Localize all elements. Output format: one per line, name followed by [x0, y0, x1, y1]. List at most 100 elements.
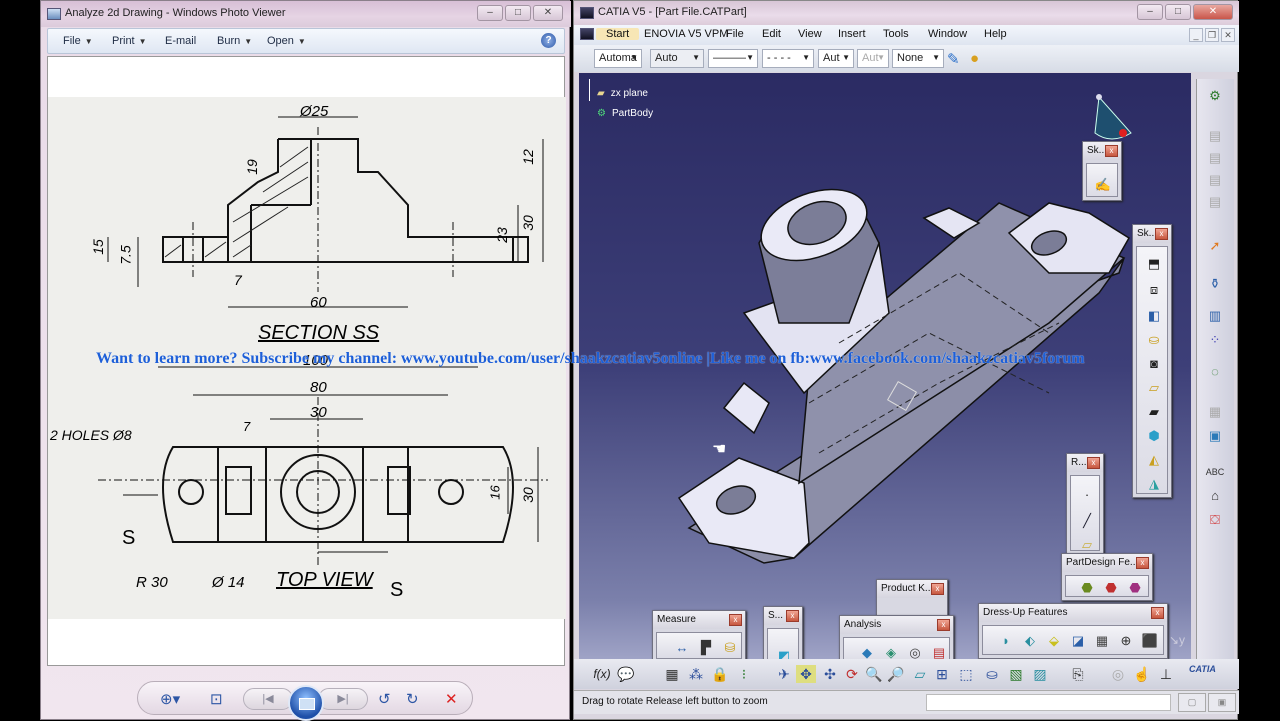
plane-tool-icon[interactable]: ▣: [1205, 427, 1225, 445]
mdi-minimize-button[interactable]: _: [1189, 28, 1203, 42]
palette-partdesign-features[interactable]: PartDesign Fe... x ⬣ ⬣ ⬣: [1061, 553, 1153, 601]
fit-all-icon[interactable]: ✥: [796, 665, 816, 683]
pan-icon[interactable]: ✣: [820, 665, 840, 683]
previous-button[interactable]: |◀: [243, 688, 293, 710]
command-input[interactable]: [926, 694, 1171, 711]
rotate-ccw-icon[interactable]: ↺: [378, 690, 391, 708]
select-arrow-icon[interactable]: ➚: [1205, 237, 1225, 255]
line-type-select[interactable]: - - - - ▼: [762, 49, 814, 68]
draft-icon[interactable]: ⬙: [1045, 632, 1063, 650]
close-icon[interactable]: x: [786, 610, 799, 622]
shaft-icon[interactable]: ◧: [1145, 307, 1163, 325]
actual-size-icon[interactable]: ⊡: [210, 690, 223, 708]
line-thickness-select[interactable]: ——— ▼: [708, 49, 758, 68]
command-button[interactable]: ▢: [1178, 693, 1206, 712]
fly-mode-icon[interactable]: ✈: [774, 665, 794, 683]
multi-view-icon[interactable]: ⊞: [932, 665, 952, 683]
close-icon[interactable]: x: [1136, 557, 1149, 569]
next-button[interactable]: ▶|: [318, 688, 368, 710]
render-style-icon[interactable]: ⛀: [982, 665, 1002, 683]
slot-icon[interactable]: ▰: [1145, 403, 1163, 421]
close-icon[interactable]: x: [1151, 607, 1164, 619]
sketch-icon[interactable]: ✍: [1094, 176, 1112, 194]
remove-loft-icon[interactable]: ◮: [1145, 475, 1163, 493]
rotate-icon[interactable]: ⟳: [842, 665, 862, 683]
pad-icon[interactable]: ⬒: [1145, 255, 1163, 273]
menu-email[interactable]: E-mail: [165, 35, 196, 47]
user-feature-icon[interactable]: ⬣: [1078, 579, 1096, 597]
fillet-icon[interactable]: ◗: [997, 632, 1015, 650]
publication-icon[interactable]: ⛋: [1205, 511, 1225, 529]
thickness-icon[interactable]: ▦: [1093, 632, 1111, 650]
update-all-icon[interactable]: ⎘: [1068, 665, 1088, 683]
menu-burn[interactable]: Burn ▼: [217, 35, 252, 47]
zoom-in-icon[interactable]: 🔍: [864, 665, 884, 683]
catia-titlebar[interactable]: CATIA V5 - [Part File.CATPart] – □ ✕: [574, 1, 1239, 25]
menu-file[interactable]: File: [726, 28, 744, 40]
maximize-button[interactable]: □: [1165, 4, 1191, 20]
remove-face-icon[interactable]: ⬛: [1141, 632, 1159, 650]
menu-edit[interactable]: Edit: [762, 28, 781, 40]
thread-icon[interactable]: ⊕: [1117, 632, 1135, 650]
delete-icon[interactable]: ✕: [445, 690, 458, 708]
photo-viewer-titlebar[interactable]: Analyze 2d Drawing - Windows Photo Viewe…: [41, 1, 571, 27]
close-icon[interactable]: x: [1155, 228, 1168, 240]
comment-icon[interactable]: 💬: [616, 665, 636, 683]
update-icon[interactable]: ⚱: [1205, 275, 1225, 293]
mdi-restore-button[interactable]: ❐: [1205, 28, 1219, 42]
axis-icon[interactable]: ⊥: [1156, 665, 1176, 683]
close-button[interactable]: ✕: [1193, 4, 1233, 20]
design-table-icon[interactable]: ⁝: [734, 665, 754, 683]
measure-between-icon[interactable]: ↔: [673, 639, 691, 657]
catalog-icon[interactable]: ⬣: [1126, 579, 1144, 597]
powercopy-icon[interactable]: ⬣: [1102, 579, 1120, 597]
menu-start[interactable]: Start: [596, 28, 640, 40]
maximize-button[interactable]: □: [505, 5, 531, 21]
annotation-icon[interactable]: ABC: [1205, 463, 1225, 481]
gear-icon[interactable]: ⚙: [1205, 87, 1225, 105]
zoom-icon[interactable]: ⊕▾: [160, 690, 180, 708]
boolean-icon[interactable]: ▥: [1205, 307, 1225, 325]
rotate-cw-icon[interactable]: ↻: [406, 690, 419, 708]
measure-inertia-icon[interactable]: ⛁: [721, 639, 739, 657]
menu-tools[interactable]: Tools: [883, 28, 909, 40]
transparency-select[interactable]: Auto ▼: [650, 49, 704, 68]
groove-icon[interactable]: ⛀: [1145, 331, 1163, 349]
palette-dressup-features[interactable]: Dress-Up Features x ◗ ⬖ ⬙ ◪ ▦ ⊕ ⬛: [978, 603, 1168, 659]
chamfer-icon[interactable]: ⬖: [1021, 632, 1039, 650]
color-select[interactable]: Automa ▼: [594, 49, 642, 68]
minimize-button[interactable]: –: [1137, 4, 1163, 20]
hand-icon[interactable]: ☝: [1132, 665, 1152, 683]
plane-icon[interactable]: ▱: [1078, 536, 1096, 554]
line-icon[interactable]: ╱: [1078, 512, 1096, 530]
menu-insert[interactable]: Insert: [838, 28, 866, 40]
iso-view-icon[interactable]: ⬚: [956, 665, 976, 683]
feature-tag-icon[interactable]: ⌂: [1205, 487, 1225, 505]
pattern-icon[interactable]: ⁘: [1205, 331, 1225, 349]
close-icon[interactable]: x: [729, 614, 742, 626]
point-type-select[interactable]: Aut ▼: [818, 49, 854, 68]
swap-space-icon[interactable]: ▨: [1030, 665, 1050, 683]
normal-view-icon[interactable]: ▱: [910, 665, 930, 683]
palette-reference[interactable]: R... x · ╱ ▱: [1066, 453, 1104, 555]
compass-icon[interactable]: [1091, 93, 1139, 145]
formula-icon[interactable]: f(x): [592, 665, 612, 683]
menu-enovia[interactable]: ENOVIA V5 VPM: [644, 28, 728, 40]
palette-product-knowledge[interactable]: Product K... x: [876, 579, 948, 619]
close-icon[interactable]: x: [1105, 145, 1118, 157]
minimize-button[interactable]: –: [477, 5, 503, 21]
layer-select[interactable]: None ▼: [892, 49, 944, 68]
zoom-out-icon[interactable]: 🔎: [886, 665, 906, 683]
point-icon[interactable]: ·: [1078, 486, 1096, 504]
menu-open[interactable]: Open ▼: [267, 35, 306, 47]
menu-help[interactable]: Help: [984, 28, 1007, 40]
graphic-properties-icon[interactable]: ●: [970, 50, 979, 67]
pocket-icon[interactable]: ⧈: [1145, 281, 1163, 299]
tree-view-icon[interactable]: ⁂: [686, 665, 706, 683]
lock-icon[interactable]: 🔒: [710, 665, 730, 683]
table-icon[interactable]: ▦: [662, 665, 682, 683]
hide-show-icon[interactable]: ▧: [1006, 665, 1026, 683]
command-cancel-button[interactable]: ▣: [1208, 693, 1236, 712]
close-icon[interactable]: x: [1087, 457, 1100, 469]
help-icon[interactable]: ?: [541, 33, 556, 48]
